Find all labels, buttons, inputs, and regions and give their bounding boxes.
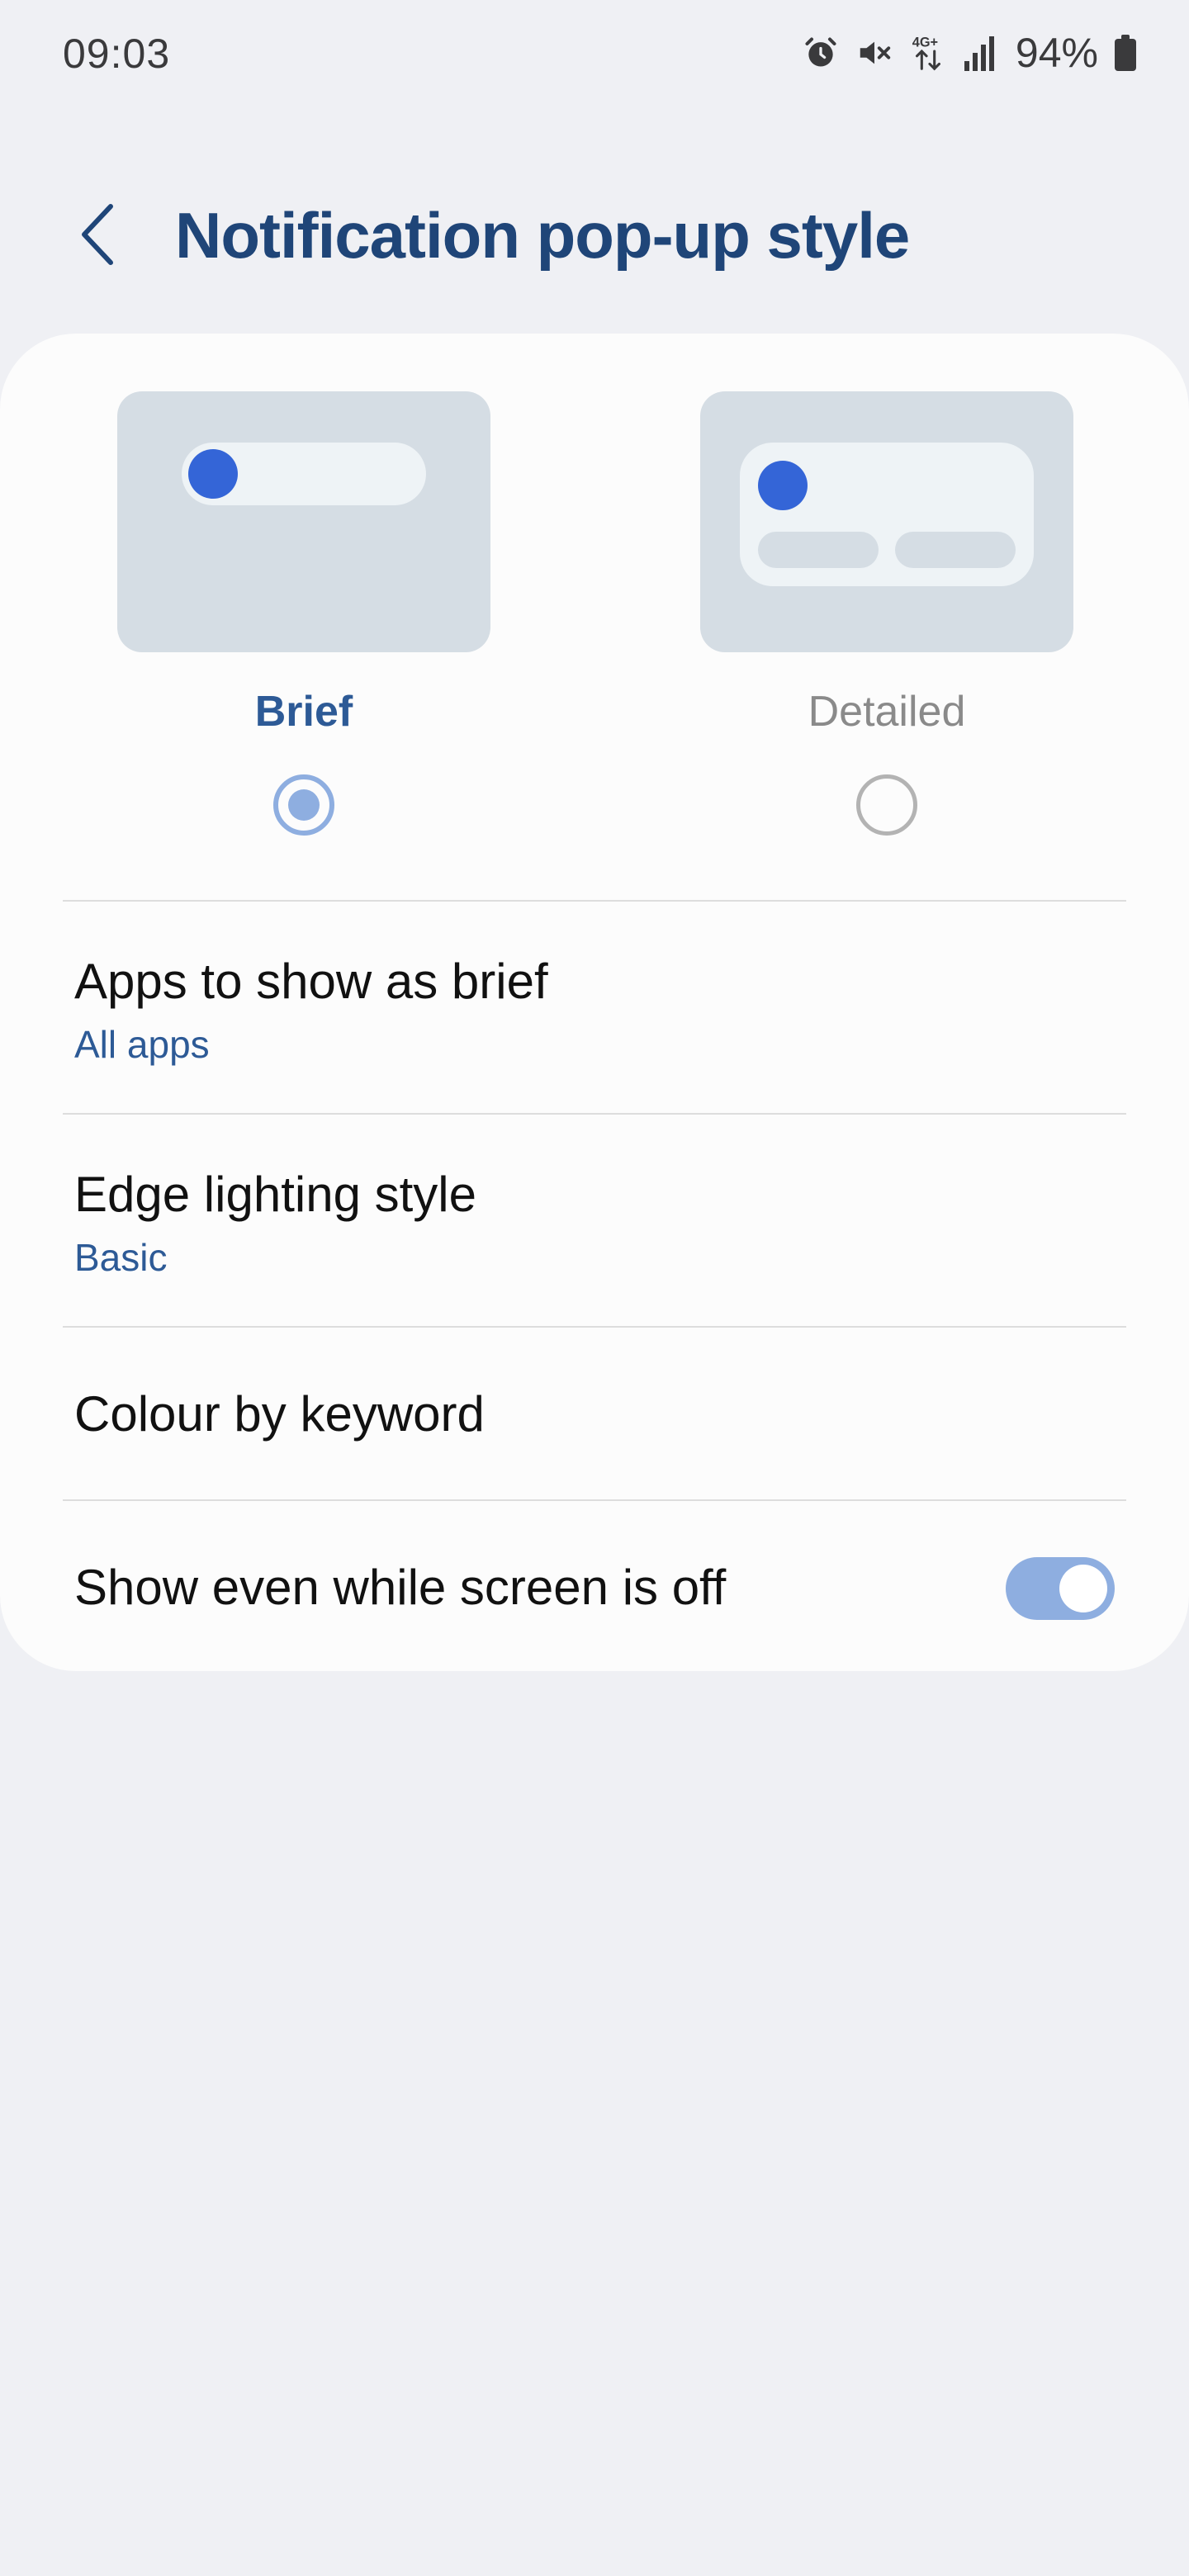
brief-preview-pill: [182, 443, 426, 505]
edge-lighting-value: Basic: [74, 1236, 168, 1279]
apps-to-show-as-brief-row[interactable]: Apps to show as brief All apps: [0, 902, 1189, 1113]
detailed-preview-card: [740, 443, 1034, 586]
alarm-icon: [803, 35, 839, 71]
detailed-preview-bar: [758, 532, 879, 568]
colour-by-keyword-row[interactable]: Colour by keyword: [0, 1328, 1189, 1499]
battery-percent: 94%: [1015, 30, 1098, 76]
signal-icon: [963, 35, 996, 71]
screen-off-toggle[interactable]: [1006, 1557, 1115, 1620]
toggle-knob: [1059, 1565, 1107, 1612]
brief-label: Brief: [254, 688, 353, 736]
status-icons: 4G+ 94%: [803, 28, 1136, 78]
colour-by-keyword-title: Colour by keyword: [74, 1386, 485, 1442]
show-while-screen-off-title: Show even while screen is off: [74, 1560, 727, 1615]
apps-to-show-value: All apps: [74, 1023, 210, 1066]
detailed-preview-dot: [758, 461, 808, 510]
edge-lighting-title: Edge lighting style: [74, 1167, 476, 1222]
status-time: 09:03: [63, 31, 171, 77]
mute-icon: [855, 34, 893, 72]
svg-text:4G+: 4G+: [912, 35, 938, 50]
edge-lighting-style-row[interactable]: Edge lighting style Basic: [0, 1115, 1189, 1326]
brief-option[interactable]: Brief: [117, 391, 490, 836]
chevron-left-icon: [79, 203, 116, 270]
detailed-radio[interactable]: [856, 774, 917, 836]
back-button[interactable]: [63, 195, 132, 277]
detailed-label: Detailed: [808, 688, 966, 736]
battery-icon: [1115, 35, 1136, 71]
detailed-preview-bar: [895, 532, 1016, 568]
status-bar: 09:03 4G+ 94%: [0, 0, 1189, 109]
detailed-preview: [700, 391, 1073, 652]
settings-card: Brief Detailed Apps to show as brief All…: [0, 334, 1189, 1671]
brief-radio[interactable]: [273, 774, 334, 836]
4g-plus-icon: 4G+: [910, 32, 946, 73]
apps-to-show-title: Apps to show as brief: [74, 954, 548, 1009]
brief-preview: [117, 391, 490, 652]
app-header: Notification pop-up style: [0, 165, 1189, 314]
page-title: Notification pop-up style: [175, 199, 910, 272]
detailed-option[interactable]: Detailed: [700, 391, 1073, 836]
brief-preview-dot: [188, 449, 238, 499]
